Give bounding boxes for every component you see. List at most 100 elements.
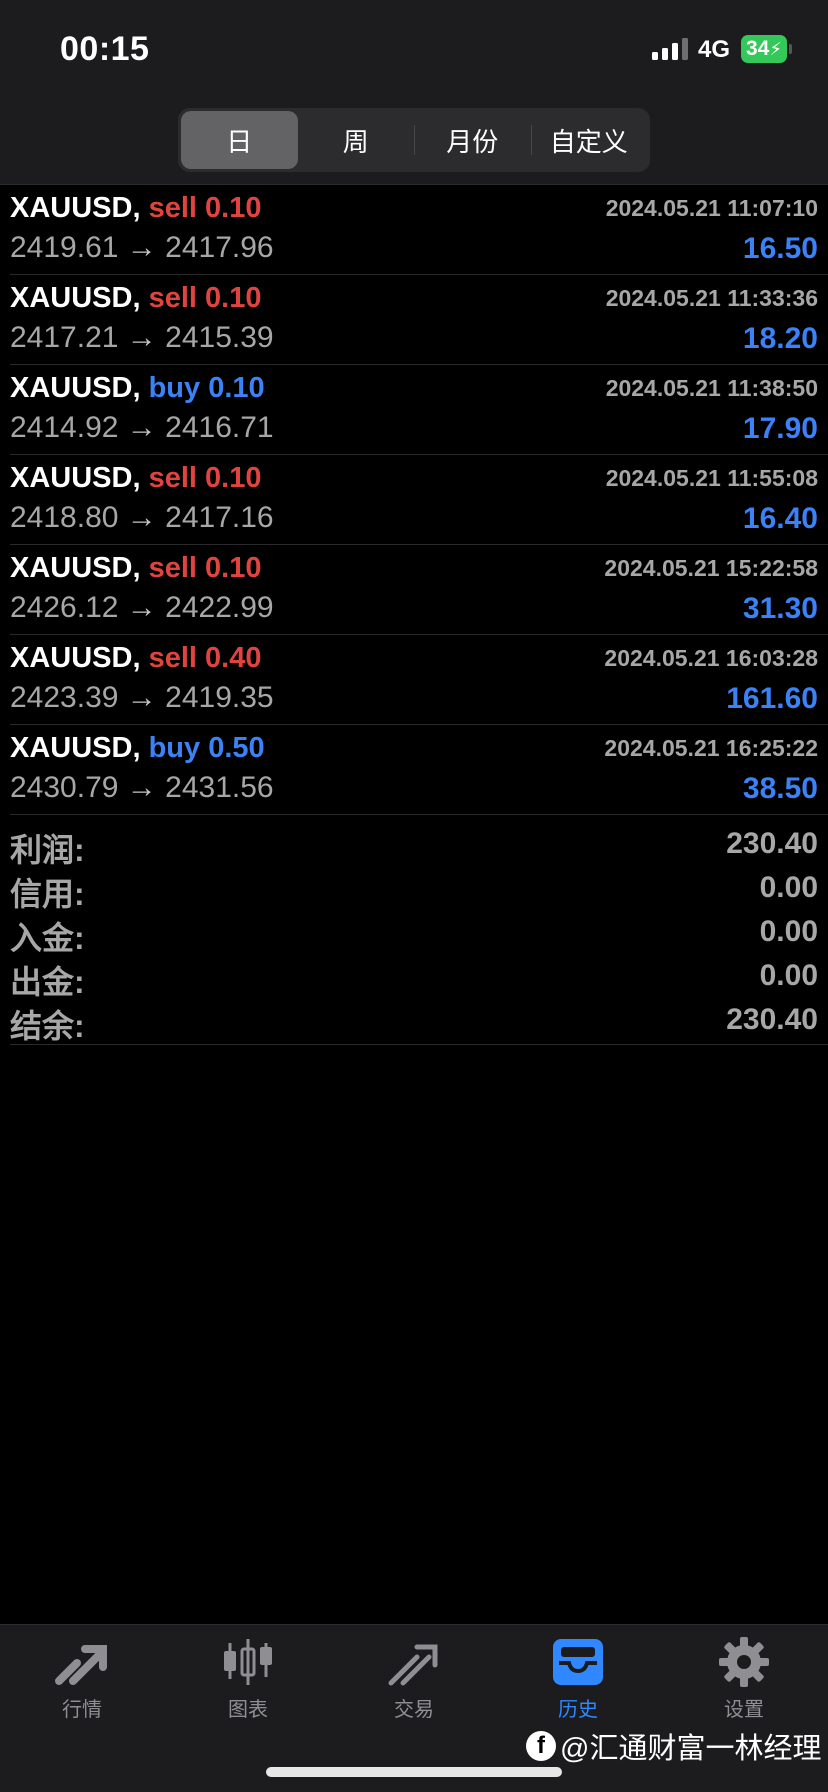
deal-type: sell bbox=[148, 282, 197, 314]
period-segmented-control: 日 周 月份 自定义 bbox=[178, 108, 650, 172]
deal-volume: 0.10 bbox=[208, 372, 265, 404]
deal-time: 2024.05.21 15:22:58 bbox=[604, 555, 818, 581]
home-indicator[interactable] bbox=[266, 1767, 562, 1777]
summary-row: 信用: 0.00 bbox=[10, 864, 828, 912]
deal-close-price: 2416.71 bbox=[165, 411, 274, 444]
deal-type: buy bbox=[148, 372, 201, 404]
deal-close-price: 2417.16 bbox=[165, 501, 274, 534]
deal-title: XAUUSD, sell 0.40 bbox=[10, 642, 261, 675]
deal-row[interactable]: XAUUSD, buy 0.10 2024.05.21 11:38:50 2414.… bbox=[10, 365, 828, 455]
deal-open-price: 2430.79 bbox=[10, 771, 119, 804]
deal-symbol: XAUUSD, bbox=[10, 642, 141, 674]
arrow-right-icon: → bbox=[126, 501, 157, 534]
cellular-signal-icon bbox=[652, 38, 688, 60]
deal-profit: 38.50 bbox=[742, 772, 818, 805]
summary-value: 0.00 bbox=[759, 871, 818, 904]
arrow-right-icon: → bbox=[126, 411, 157, 444]
deal-open-price: 2426.12 bbox=[10, 591, 119, 624]
deal-type: sell bbox=[148, 642, 197, 674]
deal-title: XAUUSD, buy 0.50 bbox=[10, 732, 265, 765]
deal-open-price: 2423.39 bbox=[10, 681, 119, 714]
chart-candles-icon bbox=[224, 1639, 272, 1685]
battery-level: 34 bbox=[746, 37, 770, 60]
deal-type: buy bbox=[148, 732, 201, 764]
deal-row[interactable]: XAUUSD, sell 0.10 2024.05.21 11:07:10 2419… bbox=[10, 185, 828, 275]
deal-prices: 2423.39 → 2419.35 bbox=[10, 681, 274, 715]
summary-value: 0.00 bbox=[759, 915, 818, 948]
deal-row[interactable]: XAUUSD, buy 0.50 2024.05.21 16:25:22 2430.… bbox=[10, 725, 828, 815]
deal-title: XAUUSD, sell 0.10 bbox=[10, 462, 261, 495]
deal-volume: 0.10 bbox=[205, 192, 262, 224]
period-tab-week[interactable]: 周 bbox=[298, 111, 415, 169]
period-tab-day[interactable]: 日 bbox=[181, 111, 298, 169]
arrow-right-icon: → bbox=[126, 231, 157, 264]
summary-value: 230.40 bbox=[726, 827, 818, 860]
deal-close-price: 2415.39 bbox=[165, 321, 274, 354]
deal-row[interactable]: XAUUSD, sell 0.10 2024.05.21 11:33:36 2417… bbox=[10, 275, 828, 365]
tab-trade-label: 交易 bbox=[394, 1699, 434, 1721]
history-inbox-icon bbox=[553, 1639, 603, 1685]
history-summary: 利润: 230.40 信用: 0.00 入金: 0.00 出金: 0.00 结余: 230.40 bbox=[10, 820, 828, 1045]
mt-history-screen: 00:15 4G 34 ⚡ 日 周 月份 自定义 XAUUSD, sell 0.1… bbox=[0, 0, 828, 1792]
deal-prices: 2430.79 → 2431.56 bbox=[10, 771, 274, 805]
deal-row[interactable]: XAUUSD, sell 0.10 2024.05.21 11:55:08 2418… bbox=[10, 455, 828, 545]
summary-row: 出金: 0.00 bbox=[10, 952, 828, 1000]
trade-icon bbox=[388, 1644, 438, 1686]
deal-close-price: 2422.99 bbox=[165, 591, 274, 624]
deal-time: 2024.05.21 11:38:50 bbox=[605, 375, 818, 401]
deal-profit: 18.20 bbox=[742, 322, 818, 355]
deal-profit: 17.90 bbox=[742, 412, 818, 445]
deal-volume: 0.40 bbox=[205, 642, 262, 674]
summary-row: 利润: 230.40 bbox=[10, 820, 828, 868]
tab-settings[interactable]: 设置 bbox=[684, 1637, 804, 1737]
deal-symbol: XAUUSD, bbox=[10, 552, 141, 584]
tab-trade[interactable]: 交易 bbox=[354, 1637, 474, 1737]
deal-volume: 0.10 bbox=[205, 462, 262, 494]
deal-type: sell bbox=[148, 462, 197, 494]
watermark-text: @汇通财富一林经理 bbox=[560, 1733, 822, 1765]
deal-title: XAUUSD, sell 0.10 bbox=[10, 282, 261, 315]
deal-row[interactable]: XAUUSD, sell 0.40 2024.05.21 16:03:28 2423… bbox=[10, 635, 828, 725]
deal-time: 2024.05.21 11:07:10 bbox=[605, 195, 818, 221]
tab-settings-label: 设置 bbox=[724, 1699, 764, 1721]
deal-open-price: 2414.92 bbox=[10, 411, 119, 444]
tab-chart-label: 图表 bbox=[228, 1699, 268, 1721]
deal-row[interactable]: XAUUSD, sell 0.10 2024.05.21 15:22:58 2426… bbox=[10, 545, 828, 635]
deal-time: 2024.05.21 11:33:36 bbox=[605, 285, 818, 311]
deal-profit: 16.50 bbox=[742, 232, 818, 265]
deal-symbol: XAUUSD, bbox=[10, 372, 141, 404]
deal-symbol: XAUUSD, bbox=[10, 192, 141, 224]
deal-prices: 2426.12 → 2422.99 bbox=[10, 591, 274, 625]
status-time: 00:15 bbox=[60, 30, 150, 68]
deal-type: sell bbox=[148, 192, 197, 224]
tab-chart[interactable]: 图表 bbox=[188, 1637, 308, 1737]
deal-title: XAUUSD, buy 0.10 bbox=[10, 372, 265, 405]
tab-quotes-label: 行情 bbox=[62, 1699, 102, 1721]
deal-open-price: 2418.80 bbox=[10, 501, 119, 534]
summary-value: 0.00 bbox=[759, 959, 818, 992]
deal-volume: 0.10 bbox=[205, 282, 262, 314]
tab-history[interactable]: 历史 bbox=[518, 1637, 638, 1737]
deal-close-price: 2417.96 bbox=[165, 231, 274, 264]
deal-open-price: 2417.21 bbox=[10, 321, 119, 354]
deal-profit: 31.30 bbox=[742, 592, 818, 625]
deal-profit: 161.60 bbox=[726, 682, 818, 715]
facebook-icon: f bbox=[526, 1731, 556, 1761]
arrow-right-icon: → bbox=[126, 591, 157, 624]
deal-symbol: XAUUSD, bbox=[10, 732, 141, 764]
deal-prices: 2414.92 → 2416.71 bbox=[10, 411, 274, 445]
period-tab-month[interactable]: 月份 bbox=[414, 111, 531, 169]
tab-quotes[interactable]: 行情 bbox=[22, 1637, 142, 1737]
summary-label: 结余: bbox=[10, 1008, 85, 1044]
deal-prices: 2418.80 → 2417.16 bbox=[10, 501, 274, 535]
arrow-right-icon: → bbox=[126, 771, 157, 804]
battery-cap bbox=[789, 44, 792, 54]
deal-title: XAUUSD, sell 0.10 bbox=[10, 192, 261, 225]
period-tab-custom[interactable]: 自定义 bbox=[530, 111, 648, 169]
deal-time: 2024.05.21 11:55:08 bbox=[605, 465, 818, 491]
bottom-tab-bar: 行情 图表 交易 历史 设置 f @汇通财富一林经理 bbox=[0, 1624, 828, 1792]
summary-row: 结余: 230.40 bbox=[10, 996, 828, 1044]
summary-row: 入金: 0.00 bbox=[10, 908, 828, 956]
deal-profit: 16.40 bbox=[742, 502, 818, 535]
quotes-icon bbox=[55, 1645, 107, 1685]
